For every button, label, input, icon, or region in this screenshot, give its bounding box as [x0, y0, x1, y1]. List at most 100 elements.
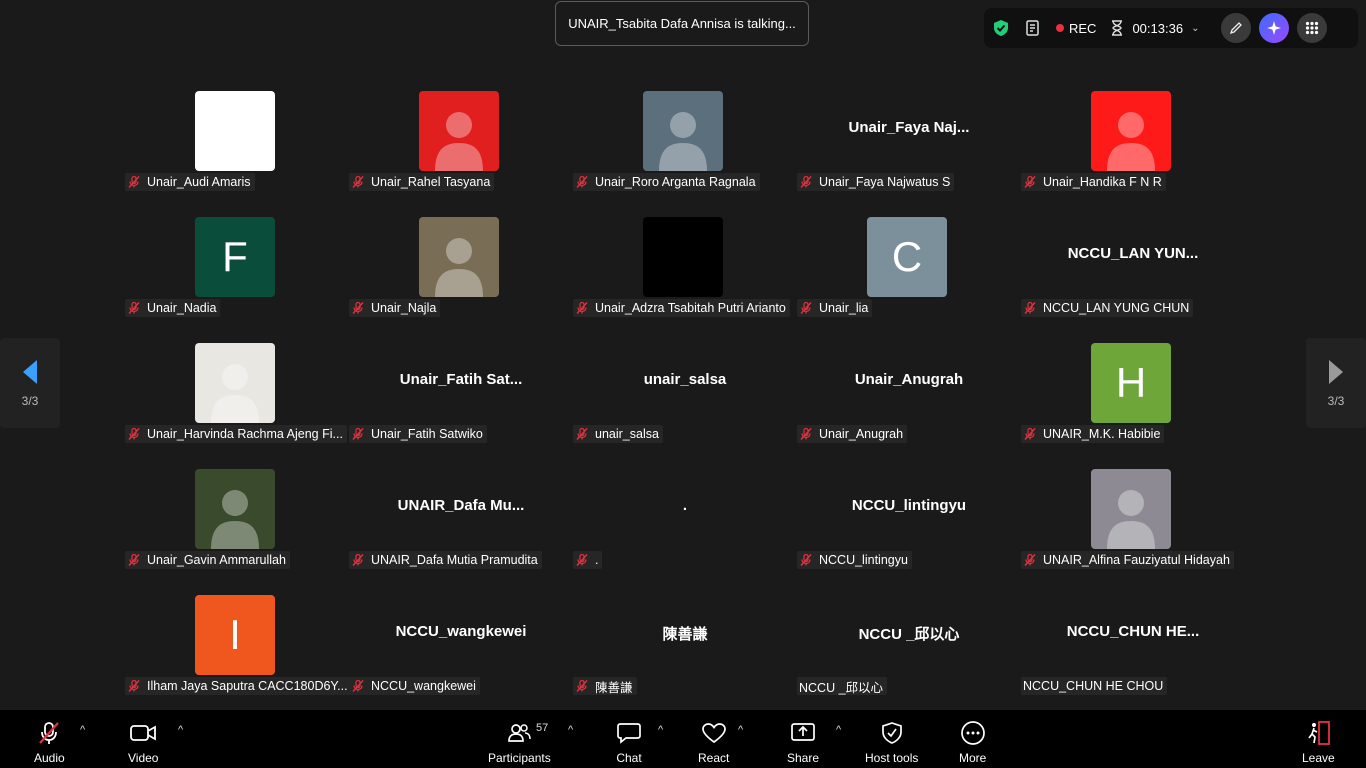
participant-tile[interactable]: Unair_Najla: [349, 217, 573, 321]
muted-mic-icon: [352, 553, 364, 566]
participant-avatar-photo: [195, 469, 275, 549]
muted-mic-icon: [128, 679, 140, 692]
participant-avatar-photo: [1091, 91, 1171, 171]
participant-name: Unair_Rahel Tasyana: [371, 175, 491, 189]
participants-label: Participants: [488, 751, 551, 765]
meeting-info-icon[interactable]: [1024, 19, 1042, 37]
video-options-caret-icon[interactable]: ^: [178, 724, 183, 736]
share-options-caret-icon[interactable]: ^: [836, 724, 841, 736]
participant-tile[interactable]: Unair_Anugrah Unair_Anugrah: [797, 343, 1021, 447]
muted-mic-icon: [800, 175, 812, 188]
muted-mic-icon: [576, 553, 588, 566]
recording-indicator[interactable]: REC: [1056, 21, 1096, 36]
muted-mic-icon: [576, 679, 588, 692]
muted-mic-icon: [1024, 427, 1036, 440]
participant-name-label: Unair_Gavin Ammarullah: [125, 551, 290, 569]
participant-tile[interactable]: Unair_Audi Amaris: [125, 91, 349, 195]
participant-tile[interactable]: UNAIR_Dafa Mu... UNAIR_Dafa Mutia Pramudi…: [349, 469, 573, 573]
participant-tile[interactable]: ..: [573, 469, 797, 573]
pencil-icon: [1230, 22, 1243, 35]
participant-name: NCCU_wangkewei: [371, 679, 476, 693]
participant-avatar-photo: [1091, 469, 1171, 549]
leave-button[interactable]: Leave: [1302, 720, 1335, 765]
participant-name: NCCU_CHUN HE CHOU: [1023, 679, 1164, 693]
muted-mic-icon: [800, 301, 812, 314]
host-tools-label: Host tools: [865, 751, 919, 765]
participant-name: Unair_Handika F N R: [1043, 175, 1162, 189]
share-button[interactable]: Share: [787, 720, 819, 765]
more-dots-icon: [960, 721, 985, 745]
participant-tile[interactable]: NCCU_LAN YUN... NCCU_LAN YUNG CHUN: [1021, 217, 1245, 321]
participant-tile[interactable]: I Ilham Jaya Saputra CACC180D6Y...: [125, 595, 351, 699]
participant-name-label: Unair_Rahel Tasyana: [349, 173, 495, 191]
video-button[interactable]: Video: [128, 720, 158, 765]
participant-tile[interactable]: H UNAIR_M.K. Habibie: [1021, 343, 1245, 447]
participant-tile[interactable]: F Unair_Nadia: [125, 217, 349, 321]
hourglass-icon: [1112, 20, 1123, 36]
participant-name: Unair_Najla: [371, 301, 437, 315]
meeting-timer[interactable]: 00:13:36 ⌄: [1110, 20, 1199, 36]
participant-display-name: Unair_Fatih Sat...: [399, 371, 523, 388]
participant-tile[interactable]: unair_salsa unair_salsa: [573, 343, 797, 447]
participant-name-label: unair_salsa: [573, 425, 663, 443]
participant-name-label: Ilham Jaya Saputra CACC180D6Y...: [125, 677, 351, 695]
chat-options-caret-icon[interactable]: ^: [658, 724, 663, 736]
host-tools-button[interactable]: Host tools: [865, 720, 918, 765]
arrow-left-icon: [23, 360, 37, 384]
participant-tile[interactable]: Unair_Fatih Sat... Unair_Fatih Satwiko: [349, 343, 573, 447]
react-button[interactable]: React: [698, 720, 729, 765]
participant-tile[interactable]: NCCU_wangkewei NCCU_wangkewei: [349, 595, 573, 699]
annotate-pencil-button[interactable]: [1221, 13, 1252, 43]
participant-tile[interactable]: C Unair_lia: [797, 217, 1021, 321]
more-button[interactable]: More: [959, 720, 986, 765]
participant-display-name: NCCU _邱以心: [858, 626, 960, 643]
participant-display-name: 陳善謙: [662, 626, 708, 643]
participant-tile[interactable]: 陳善謙 陳善謙: [573, 595, 797, 699]
participant-avatar-blank: [195, 91, 275, 171]
participant-tile[interactable]: NCCU_lintingyu NCCU_lintingyu: [797, 469, 1021, 573]
apps-grid-icon: [1306, 21, 1319, 35]
apps-grid-button[interactable]: [1297, 13, 1328, 43]
chevron-down-icon: ⌄: [1191, 22, 1200, 34]
participant-name: UNAIR_Dafa Mutia Pramudita: [371, 553, 538, 567]
participant-name-label: Unair_Faya Najwatus S: [797, 173, 955, 191]
participant-name-label: Unair_Audi Amaris: [125, 173, 255, 191]
ai-companion-button[interactable]: [1259, 13, 1290, 43]
participant-tile[interactable]: Unair_Harvinda Rachma Ajeng Fi...: [125, 343, 349, 447]
participants-count: 57: [536, 722, 549, 734]
muted-mic-icon: [128, 175, 140, 188]
participant-avatar-initial: C: [867, 217, 947, 297]
chat-button[interactable]: Chat: [616, 720, 642, 765]
participants-options-caret-icon[interactable]: ^: [568, 724, 573, 736]
muted-mic-icon: [352, 427, 364, 440]
sparkle-icon: [1267, 21, 1282, 35]
audio-options-caret-icon[interactable]: ^: [80, 724, 85, 736]
participant-name-label: NCCU_lintingyu: [797, 551, 912, 569]
participant-tile[interactable]: Unair_Gavin Ammarullah: [125, 469, 349, 573]
timer-value: 00:13:36: [1132, 20, 1184, 36]
participant-name-label: NCCU_wangkewei: [349, 677, 480, 695]
participant-name-label: Unair_Adzra Tsabitah Putri Arianto: [573, 299, 790, 317]
participant-avatar-photo: [195, 343, 275, 423]
share-screen-icon: [791, 723, 815, 741]
meeting-toolbar: Audio ^ Video ^ Participants 57 ^ Chat ^…: [0, 710, 1366, 768]
participant-tile[interactable]: NCCU _邱以心 NCCU _邱以心: [797, 595, 1021, 699]
participant-name: UNAIR_M.K. Habibie: [1043, 427, 1161, 441]
participant-tile[interactable]: NCCU_CHUN HE... NCCU_CHUN HE CHOU: [1021, 595, 1245, 699]
react-options-caret-icon[interactable]: ^: [738, 724, 743, 736]
participant-name-label: Unair_Harvinda Rachma Ajeng Fi...: [125, 425, 347, 443]
participant-tile[interactable]: Unair_Adzra Tsabitah Putri Arianto: [573, 217, 797, 321]
participant-tile[interactable]: Unair_Faya Naj... Unair_Faya Najwatus S: [797, 91, 1021, 195]
participant-tile[interactable]: Unair_Rahel Tasyana: [349, 91, 573, 195]
more-label: More: [959, 751, 987, 765]
previous-page-button[interactable]: 3/3: [0, 338, 60, 428]
video-camera-icon: [130, 725, 157, 741]
page-indicator-left: 3/3: [21, 394, 39, 408]
next-page-button[interactable]: 3/3: [1306, 338, 1366, 428]
participant-tile[interactable]: Unair_Handika F N R: [1021, 91, 1245, 195]
audio-button[interactable]: Audio: [34, 720, 65, 765]
talking-indicator: UNAIR_Tsabita Dafa Annisa is talking...: [555, 1, 809, 46]
participant-tile[interactable]: Unair_Roro Arganta Ragnala: [573, 91, 797, 195]
participant-tile[interactable]: UNAIR_Alfina Fauziyatul Hidayah: [1021, 469, 1245, 573]
encryption-shield-icon[interactable]: [992, 19, 1010, 37]
